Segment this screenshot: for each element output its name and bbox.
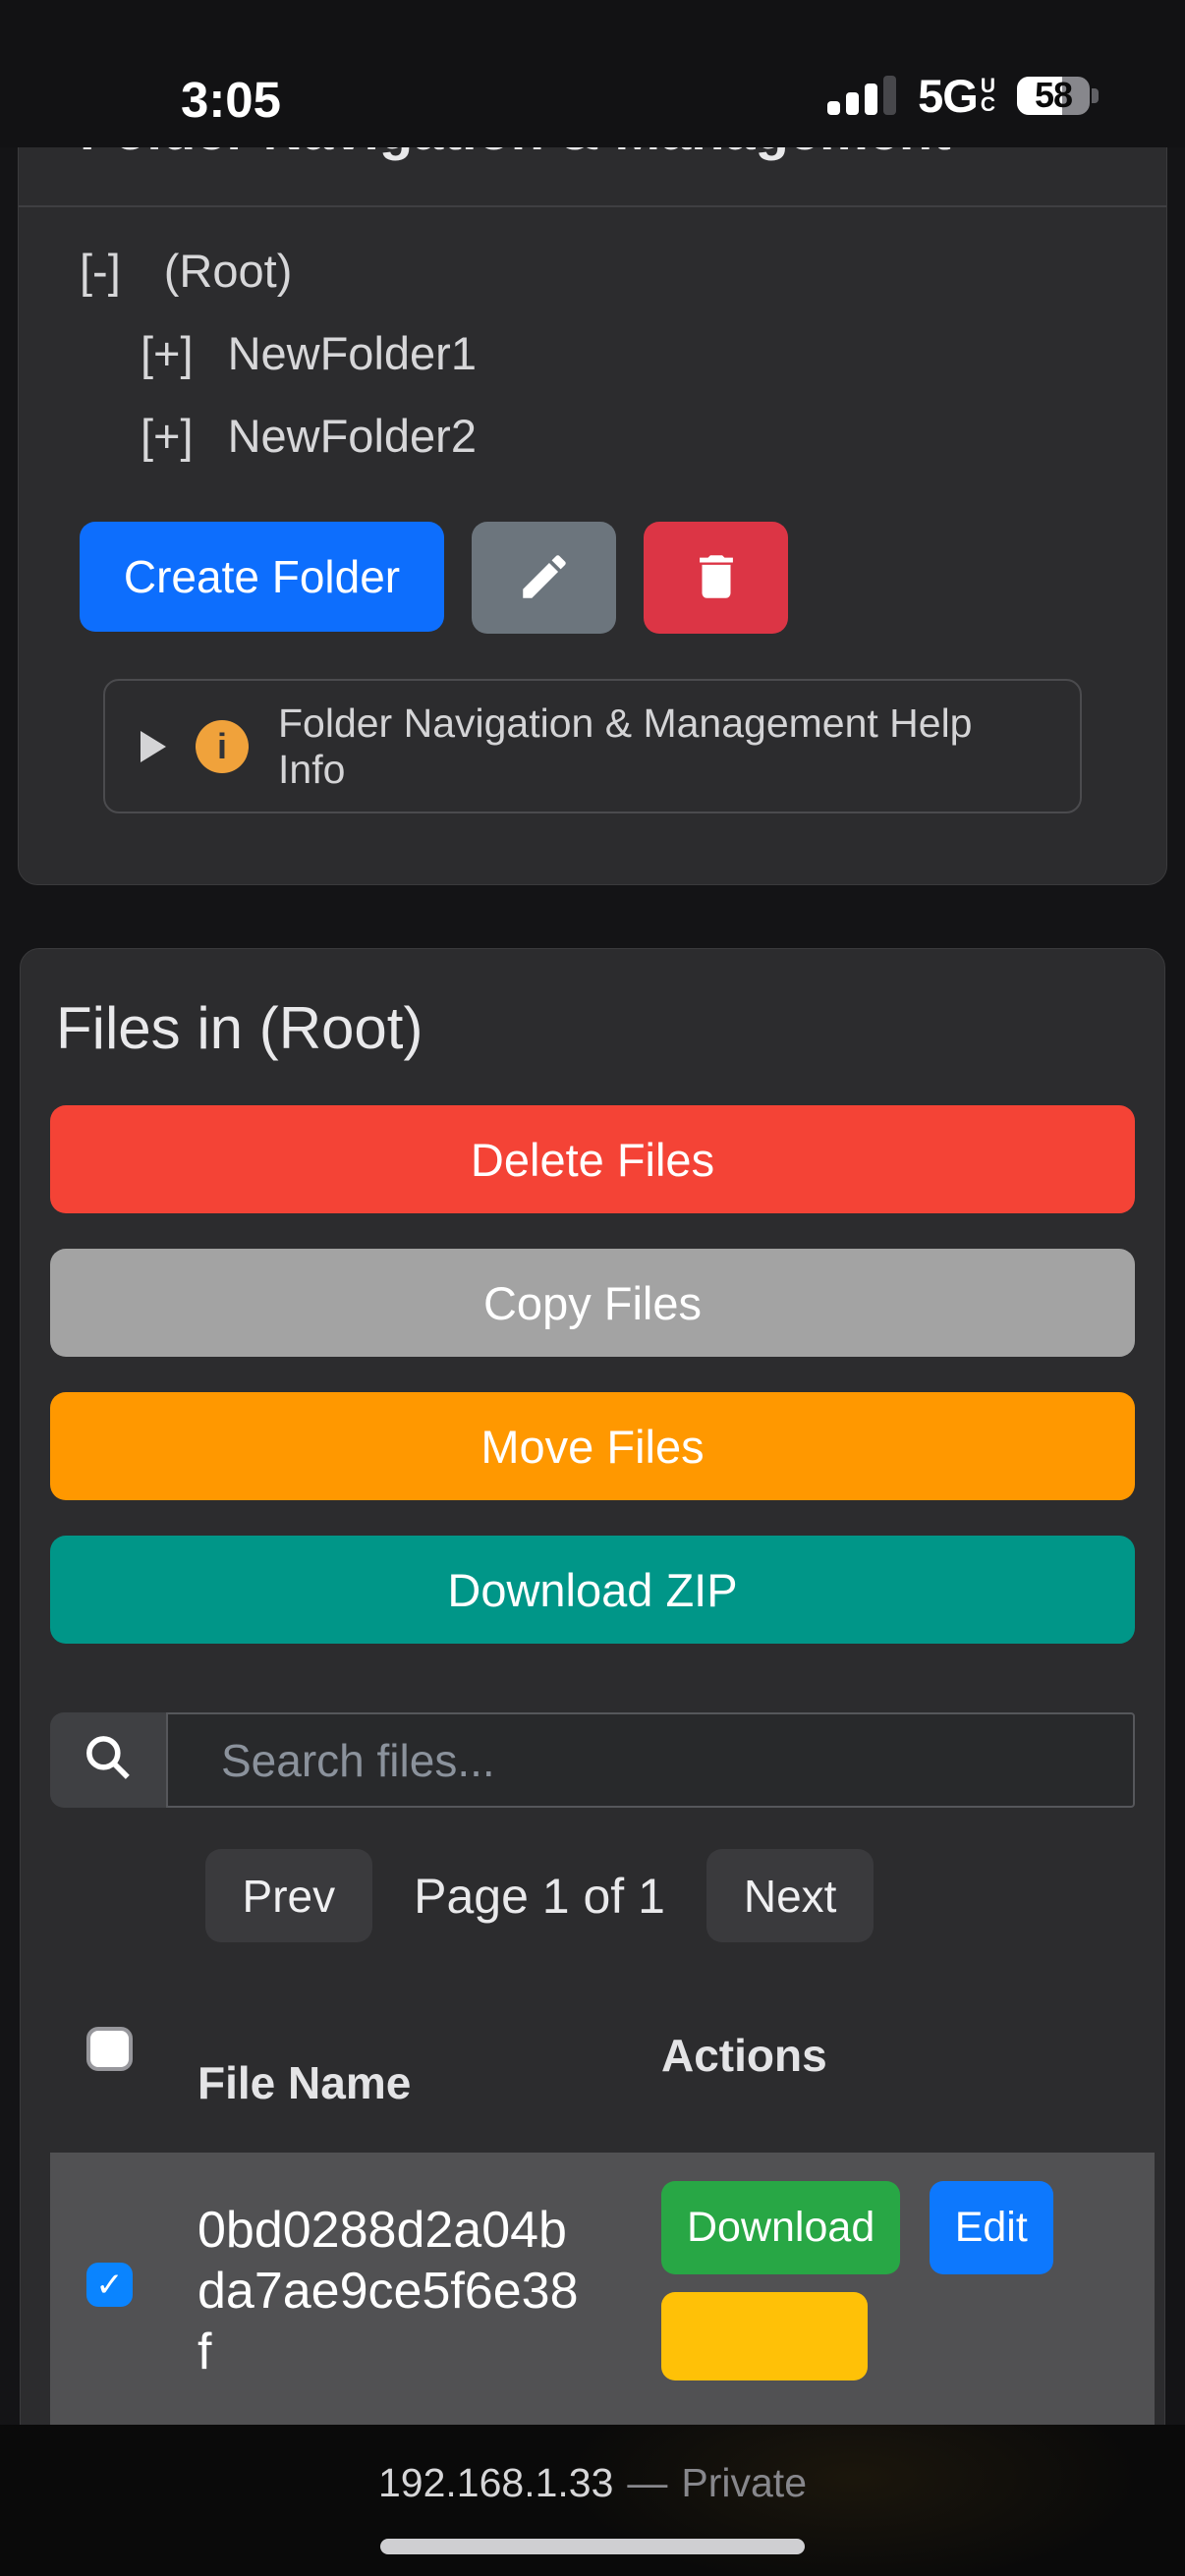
search-icon — [81, 1730, 136, 1790]
status-icons: 5G U C 58 — [827, 73, 1099, 118]
tree-expand-toggle[interactable]: [+] — [141, 326, 194, 380]
prev-page-button[interactable]: Prev — [205, 1849, 373, 1942]
file-search-group — [50, 1712, 1135, 1808]
edit-file-button[interactable]: Edit — [930, 2181, 1053, 2274]
next-page-button[interactable]: Next — [706, 1849, 875, 1942]
battery-percent: 58 — [1017, 77, 1090, 115]
files-table: File Name Actions ✓ 0bd0288d2a04bda7ae9c… — [50, 2027, 1155, 2447]
tree-item-newfolder1[interactable]: [+] NewFolder1 — [141, 325, 1105, 380]
create-folder-button[interactable]: Create Folder — [80, 522, 444, 632]
private-badge: Private — [681, 2460, 807, 2506]
move-files-button[interactable]: Move Files — [50, 1392, 1135, 1500]
network-sub-bottom: C — [981, 95, 995, 114]
files-card: Files in (Root) Delete Files Copy Files … — [20, 948, 1165, 2576]
tree-item-newfolder2[interactable]: [+] NewFolder2 — [141, 408, 1105, 463]
tree-folder-label[interactable]: NewFolder2 — [228, 409, 477, 463]
file-name-column-header: File Name — [198, 2027, 661, 2109]
tree-item-root[interactable]: [-] (Root) — [80, 243, 1105, 298]
tree-folder-label[interactable]: (Root) — [164, 244, 293, 298]
folder-card-body: [-] (Root) [+] NewFolder1 [+] NewFolder2… — [19, 207, 1166, 884]
select-all-checkbox[interactable] — [86, 2027, 133, 2071]
signal-bar — [827, 101, 840, 115]
address-bar[interactable]: 192.168.1.33 — Private — [0, 2460, 1185, 2506]
iphone-screen: 3:05 5G U C 58 — [0, 0, 1185, 2576]
safari-bottom-bar: 192.168.1.33 — Private — [0, 2425, 1185, 2576]
search-icon-addon — [50, 1712, 166, 1808]
address-host: 192.168.1.33 — [378, 2460, 613, 2506]
table-row: ✓ 0bd0288d2a04bda7ae9ce5f6e38f Download … — [50, 2153, 1155, 2447]
actions-column-header: Actions — [661, 2027, 1155, 2109]
info-icon: i — [196, 720, 249, 773]
delete-files-button[interactable]: Delete Files — [50, 1105, 1135, 1213]
network-type-indicator: 5G U C — [918, 69, 995, 123]
folder-navigation-card: Folder Navigation & Management [-] (Root… — [18, 54, 1167, 885]
status-bar: 3:05 5G U C 58 — [0, 0, 1185, 147]
clock: 3:05 — [147, 71, 314, 129]
partial-action-button[interactable] — [661, 2292, 868, 2380]
home-indicator[interactable] — [380, 2539, 805, 2554]
copy-files-button[interactable]: Copy Files — [50, 1249, 1135, 1357]
pagination: Prev Page 1 of 1 Next — [0, 1849, 1082, 1942]
download-file-button[interactable]: Download — [661, 2181, 900, 2274]
signal-bar-empty — [883, 76, 896, 115]
search-files-input[interactable] — [166, 1712, 1135, 1808]
files-card-title: Files in (Root) — [56, 994, 1135, 1062]
rename-folder-button[interactable] — [472, 522, 616, 634]
row-actions-cell: Download Edit — [661, 2153, 1155, 2447]
address-separator: — — [627, 2460, 667, 2506]
signal-bar — [846, 92, 859, 115]
battery-cap — [1092, 88, 1099, 103]
download-zip-button[interactable]: Download ZIP — [50, 1536, 1135, 1644]
files-table-header: File Name Actions — [50, 2027, 1155, 2109]
tree-folder-label[interactable]: NewFolder1 — [228, 326, 477, 380]
folder-actions-row: Create Folder — [80, 522, 1105, 634]
network-uc-suffix: U C — [981, 77, 995, 115]
tree-expand-toggle[interactable]: [+] — [141, 409, 194, 463]
battery-icon: 58 — [1017, 77, 1099, 115]
row-checkbox-checked[interactable]: ✓ — [86, 2263, 133, 2307]
tree-collapse-toggle[interactable]: [-] — [80, 244, 121, 298]
disclosure-triangle-icon — [141, 731, 166, 762]
help-disclosure[interactable]: i Folder Navigation & Management Help In… — [103, 679, 1082, 813]
network-label: 5G — [918, 69, 978, 123]
page-indicator: Page 1 of 1 — [414, 1868, 665, 1925]
delete-folder-button[interactable] — [644, 522, 788, 634]
battery-body: 58 — [1017, 77, 1090, 115]
signal-bar — [865, 84, 877, 115]
pencil-icon — [516, 548, 573, 608]
file-name-cell: 0bd0288d2a04bda7ae9ce5f6e38f — [198, 2153, 583, 2447]
trash-icon — [688, 548, 745, 608]
cellular-signal-icon — [827, 76, 896, 115]
help-label: Folder Navigation & Management Help Info — [278, 700, 1044, 793]
